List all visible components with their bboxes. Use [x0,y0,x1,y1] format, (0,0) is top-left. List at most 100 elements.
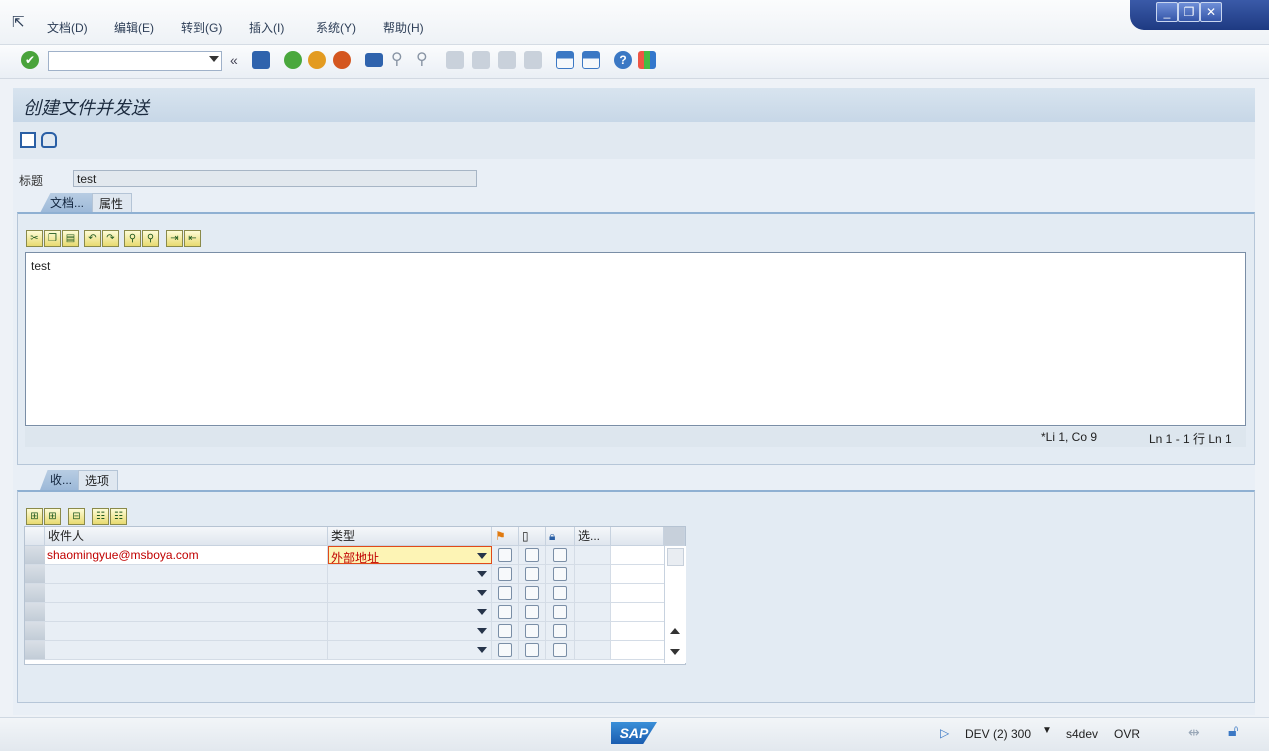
tab-options[interactable]: 选项 [78,470,118,490]
insert-mode[interactable]: OVR [1114,727,1140,741]
last-page-icon[interactable] [524,51,542,69]
back-icon[interactable] [284,51,302,69]
address-book-icon[interactable]: ☷ [110,508,127,525]
type-cell[interactable]: 外部地址 [328,546,492,565]
delete-row-icon[interactable]: ⊟ [68,508,85,525]
scroll-thumb[interactable] [667,548,684,566]
scroll-up-icon[interactable] [670,628,680,634]
vertical-scrollbar[interactable] [664,546,686,663]
status-expand-icon[interactable]: ▷ [940,726,949,740]
type-cell[interactable] [328,565,492,583]
recipient-cell[interactable] [45,622,328,640]
exit-icon[interactable] [308,51,326,69]
recipient-cell[interactable] [45,565,328,583]
close-icon[interactable]: ✕ [1200,2,1222,22]
cancel-icon[interactable] [333,51,351,69]
find-next-icon[interactable]: ⚲ [142,230,159,247]
attach-icon[interactable] [41,132,57,148]
insert-row-icon[interactable]: ⊞ [26,508,43,525]
import-icon[interactable]: ⇥ [166,230,183,247]
options-cell[interactable] [575,546,611,564]
table-row[interactable] [25,584,685,603]
shortcut-icon[interactable] [582,51,600,69]
express-checkbox[interactable] [498,586,512,600]
send-icon[interactable] [20,132,36,148]
table-settings-icon[interactable] [664,527,685,546]
next-page-icon[interactable] [498,51,516,69]
express-icon[interactable]: ⚑ [492,527,519,546]
table-row[interactable] [25,622,685,641]
row-selector[interactable] [25,565,46,583]
express-checkbox[interactable] [498,567,512,581]
blind-copy-checkbox[interactable] [553,548,567,562]
menu-item-document[interactable]: 文档(D) [47,19,88,36]
find-next-icon[interactable]: ⚲ [416,49,428,71]
express-checkbox[interactable] [498,548,512,562]
collapse-icon[interactable]: « [230,52,238,68]
chevron-down-icon[interactable] [477,553,487,559]
find-icon[interactable]: ⚲ [391,49,403,71]
chevron-down-icon[interactable] [477,628,487,634]
previous-page-icon[interactable] [472,51,490,69]
row-selector[interactable] [25,641,46,659]
save-icon[interactable] [252,51,270,69]
command-field[interactable] [48,51,222,71]
chevron-down-icon[interactable] [477,647,487,653]
tab-attributes[interactable]: 属性 [92,193,132,213]
cut-icon[interactable]: ✂ [26,230,43,247]
copy-checkbox[interactable] [525,586,539,600]
options-cell[interactable] [575,641,611,659]
menu-item-insert[interactable]: 插入(I) [249,19,284,36]
row-selector[interactable] [25,603,46,621]
undo-icon[interactable]: ↶ [84,230,101,247]
help-icon[interactable]: ? [614,51,632,69]
options-cell[interactable] [575,584,611,602]
restore-icon[interactable]: ❐ [1178,2,1200,22]
find-icon[interactable]: ⚲ [124,230,141,247]
blind-copy-icon[interactable]: 🔒︎ [546,527,575,546]
create-session-icon[interactable] [556,51,574,69]
export-icon[interactable]: ⇤ [184,230,201,247]
express-checkbox[interactable] [498,624,512,638]
express-checkbox[interactable] [498,643,512,657]
column-header-options[interactable]: 选... [575,527,611,546]
paste-icon[interactable]: ▤ [62,230,79,247]
print-icon[interactable] [365,53,383,67]
copy-checkbox[interactable] [525,548,539,562]
column-header-recipient[interactable]: 收件人 [45,527,328,546]
recipient-cell[interactable] [45,641,328,659]
chevron-down-icon[interactable] [209,56,219,62]
customize-layout-icon[interactable] [638,51,656,69]
copy-checkbox[interactable] [525,643,539,657]
express-checkbox[interactable] [498,605,512,619]
options-cell[interactable] [575,603,611,621]
append-row-icon[interactable]: ⊞ [44,508,61,525]
enter-icon[interactable]: ✔ [21,51,39,69]
menu-item-help[interactable]: 帮助(H) [383,19,424,36]
layout-menu-icon[interactable]: ⇱ [12,13,25,31]
scroll-down-icon[interactable] [670,649,680,655]
copy-checkbox[interactable] [525,605,539,619]
blind-copy-checkbox[interactable] [553,605,567,619]
system-info[interactable]: DEV (2) 300 [965,727,1031,741]
recipient-cell[interactable]: shaomingyue@msboya.com [45,546,328,564]
chevron-down-icon[interactable] [477,590,487,596]
title-field[interactable]: test [73,170,477,187]
distribution-list-icon[interactable]: ☷ [92,508,109,525]
blind-copy-checkbox[interactable] [553,567,567,581]
type-cell[interactable] [328,622,492,640]
options-cell[interactable] [575,622,611,640]
system-dropdown-icon[interactable]: ▼ [1042,725,1052,736]
menu-item-system[interactable]: 系统(Y) [316,19,356,36]
table-row[interactable] [25,565,685,584]
type-cell[interactable] [328,603,492,621]
row-selector[interactable] [25,546,46,564]
select-all-header[interactable] [25,527,45,546]
table-row[interactable] [25,641,685,660]
redo-icon[interactable]: ↷ [102,230,119,247]
blind-copy-checkbox[interactable] [553,643,567,657]
chevron-down-icon[interactable] [477,571,487,577]
recipient-cell[interactable] [45,584,328,602]
table-row[interactable]: shaomingyue@msboya.com 外部地址 [25,546,685,565]
column-header-type[interactable]: 类型 [328,527,492,546]
